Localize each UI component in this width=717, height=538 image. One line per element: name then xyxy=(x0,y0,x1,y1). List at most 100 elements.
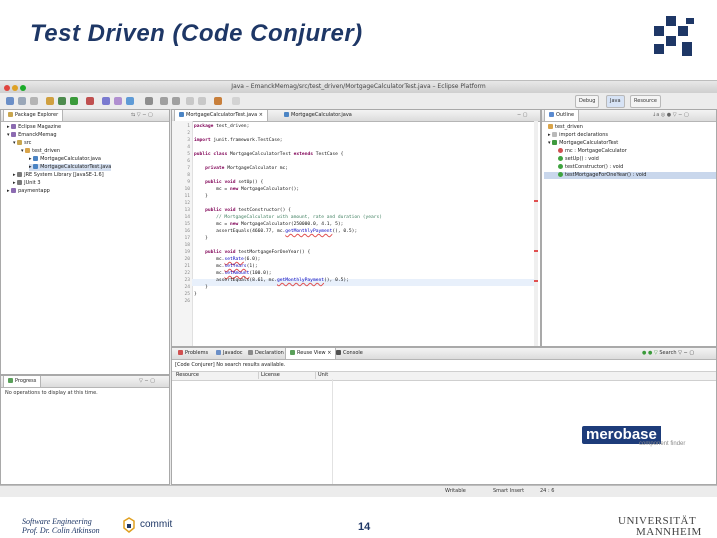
progress-view-controls[interactable]: ▽ − ▢ xyxy=(139,378,155,384)
outline-item-setup[interactable]: setUp() : void xyxy=(558,156,599,163)
tab-reuse-view[interactable]: Reuse View × xyxy=(285,348,337,359)
perspective-resource[interactable]: Resource xyxy=(630,95,661,108)
code-line[interactable]: assertEquals(8.61, mc.getMonthlyPayment(… xyxy=(194,278,349,284)
perspective-debug[interactable]: Debug xyxy=(575,95,600,108)
tree-item-mortgagecalculatortest[interactable]: ▸ MortgageCalculatorTest.java xyxy=(29,164,112,171)
pin-icon[interactable] xyxy=(232,97,240,105)
code-line[interactable]: public class MortgageCalculatorTest exte… xyxy=(194,152,343,158)
code-line[interactable]: public void setUp() { xyxy=(194,180,263,186)
imports-icon xyxy=(552,132,558,137)
tree-item-src[interactable]: ▾ src xyxy=(13,140,31,147)
progress-tabbar: Progress ▽ − ▢ xyxy=(1,376,169,388)
outline-label: testConstructor() : void xyxy=(565,164,624,170)
eclipse-window: Java – EmanckMemag/src/test_driven/Mortg… xyxy=(0,80,717,497)
status-insert-mode: Smart Insert xyxy=(493,488,525,494)
tab-outline[interactable]: Outline xyxy=(544,110,580,121)
run-icon[interactable] xyxy=(70,97,78,105)
error-marker[interactable] xyxy=(534,280,538,282)
line-number: 11 xyxy=(184,194,190,199)
outline-item-class[interactable]: ▾ MortgageCalculatorTest xyxy=(548,140,618,147)
column-unit[interactable]: Unit xyxy=(315,372,328,379)
code-line[interactable]: } xyxy=(194,292,197,298)
save-icon[interactable] xyxy=(18,97,26,105)
line-number: 26 xyxy=(184,299,190,304)
outline-item-imports[interactable]: ▸ import declarations xyxy=(548,132,608,139)
code-line[interactable]: import junit.framework.TestCase; xyxy=(194,138,283,144)
new-class-icon[interactable] xyxy=(126,97,134,105)
code-line[interactable]: assertEquals(4660.77, mc.getMonthlyPayme… xyxy=(194,229,357,235)
outline-view: Outline ↓a ◎ ● ▽ − ▢ test_driven ▸ impor… xyxy=(541,109,717,347)
tree-item-jre-library[interactable]: ▸ JRE System Library [JavaSE-1.6] xyxy=(13,172,104,179)
minimize-window-icon[interactable] xyxy=(12,85,18,91)
outline-icon xyxy=(549,112,554,117)
tree-label: JUnit 3 xyxy=(24,180,41,186)
column-resource[interactable]: Resource xyxy=(176,372,199,379)
code-line[interactable]: } xyxy=(194,236,208,242)
line-number: 9 xyxy=(187,180,190,185)
close-window-icon[interactable] xyxy=(4,85,10,91)
external-tools-icon[interactable] xyxy=(86,97,94,105)
line-number: 5 xyxy=(187,152,190,157)
tab-progress[interactable]: Progress xyxy=(3,376,42,387)
code-line[interactable]: public void testConstructor() { xyxy=(194,208,291,214)
outline-item-field[interactable]: mc : MortgageCalculator xyxy=(558,148,627,155)
tree-label: JRE System Library [JavaSE-1.6] xyxy=(24,172,104,178)
outline-item-testmortgageforoneyear[interactable]: testMortgageForOneYear() : void xyxy=(544,172,716,179)
tree-item-paymentapp[interactable]: ▸ paymentapp xyxy=(7,188,50,195)
error-marker[interactable] xyxy=(534,250,538,252)
code-line[interactable]: mc = new MortgageCalculator(); xyxy=(194,187,299,193)
tab-package-explorer-label: Package Explorer xyxy=(15,112,59,118)
tab-mortgagecalculatortest[interactable]: MortgageCalculatorTest.java × xyxy=(174,110,268,121)
outline-item-package[interactable]: test_driven xyxy=(548,124,583,131)
tab-problems[interactable]: Problems xyxy=(174,348,212,359)
open-type-icon[interactable] xyxy=(46,97,54,105)
column-license[interactable]: License xyxy=(258,372,280,379)
new-java-project-icon[interactable] xyxy=(102,97,110,105)
search-toolbar-icon[interactable] xyxy=(145,97,153,105)
tab-console[interactable]: Console xyxy=(332,348,367,359)
next-annotation-icon[interactable] xyxy=(160,97,168,105)
project-icon xyxy=(11,132,17,137)
search-run-icon: ● ● ▽ xyxy=(642,350,658,356)
code-line[interactable]: private MortgageCalculator mc; xyxy=(194,166,288,172)
print-icon[interactable] xyxy=(30,97,38,105)
tab-declaration[interactable]: Declaration xyxy=(244,348,288,359)
tree-item-junit[interactable]: ▸ JUnit 3 xyxy=(13,180,41,187)
code-line[interactable]: mc = new MortgageCalculator(250000.0, 4.… xyxy=(194,222,343,228)
zoom-window-icon[interactable] xyxy=(20,85,26,91)
search-button[interactable]: ● ● ▽ Search ▽ − ▢ xyxy=(642,350,694,356)
code-line[interactable]: package test_driven; xyxy=(194,124,249,130)
results-table-header: Resource License Unit xyxy=(172,371,716,381)
tree-item-test-driven[interactable]: ▾ test_driven xyxy=(21,148,60,155)
code-line[interactable]: } xyxy=(194,194,208,200)
code-line[interactable]: mc.setAmount(100.0); xyxy=(194,271,271,277)
previous-annotation-icon[interactable] xyxy=(172,97,180,105)
code-line[interactable]: // MortgageCalculator with amount, rate … xyxy=(194,215,382,221)
tab-package-explorer[interactable]: Package Explorer xyxy=(3,110,64,121)
new-package-icon[interactable] xyxy=(114,97,122,105)
problems-icon xyxy=(178,350,183,355)
debug-icon[interactable] xyxy=(58,97,66,105)
back-icon[interactable] xyxy=(186,97,194,105)
error-marker[interactable] xyxy=(534,200,538,202)
outline-controls[interactable]: ↓a ◎ ● ▽ − ▢ xyxy=(652,112,689,118)
code-line[interactable]: } xyxy=(194,285,208,291)
line-number: 25 xyxy=(184,292,190,297)
code-line[interactable]: public void testMortgageForOneYear() { xyxy=(194,250,310,256)
editor-controls[interactable]: − ▢ xyxy=(517,112,528,118)
view-menu-icon[interactable]: ⇆ ▽ − ▢ xyxy=(131,112,153,118)
page-number: 14 xyxy=(358,521,371,533)
outline-item-testconstructor[interactable]: testConstructor() : void xyxy=(558,164,623,171)
new-icon[interactable] xyxy=(6,97,14,105)
code-line[interactable]: mc.setYears(1); xyxy=(194,264,258,270)
tab-javadoc[interactable]: Javadoc xyxy=(212,348,247,359)
code-line[interactable]: mc.setRate(6.0); xyxy=(194,257,260,263)
tree-item-mortgagecalculator[interactable]: ▸ MortgageCalculator.java xyxy=(29,156,101,163)
last-edit-icon[interactable] xyxy=(214,97,222,105)
package-explorer-icon xyxy=(8,112,13,117)
tree-item-eclipse-magazine[interactable]: ▸ Eclipse Magazine xyxy=(7,124,61,131)
tree-item-emanckmemag[interactable]: ▾ EmanckMemag xyxy=(7,132,57,139)
forward-icon[interactable] xyxy=(198,97,206,105)
perspective-java[interactable]: Java xyxy=(606,95,625,108)
tab-mortgagecalculator[interactable]: MortgageCalculator.java xyxy=(280,110,356,121)
